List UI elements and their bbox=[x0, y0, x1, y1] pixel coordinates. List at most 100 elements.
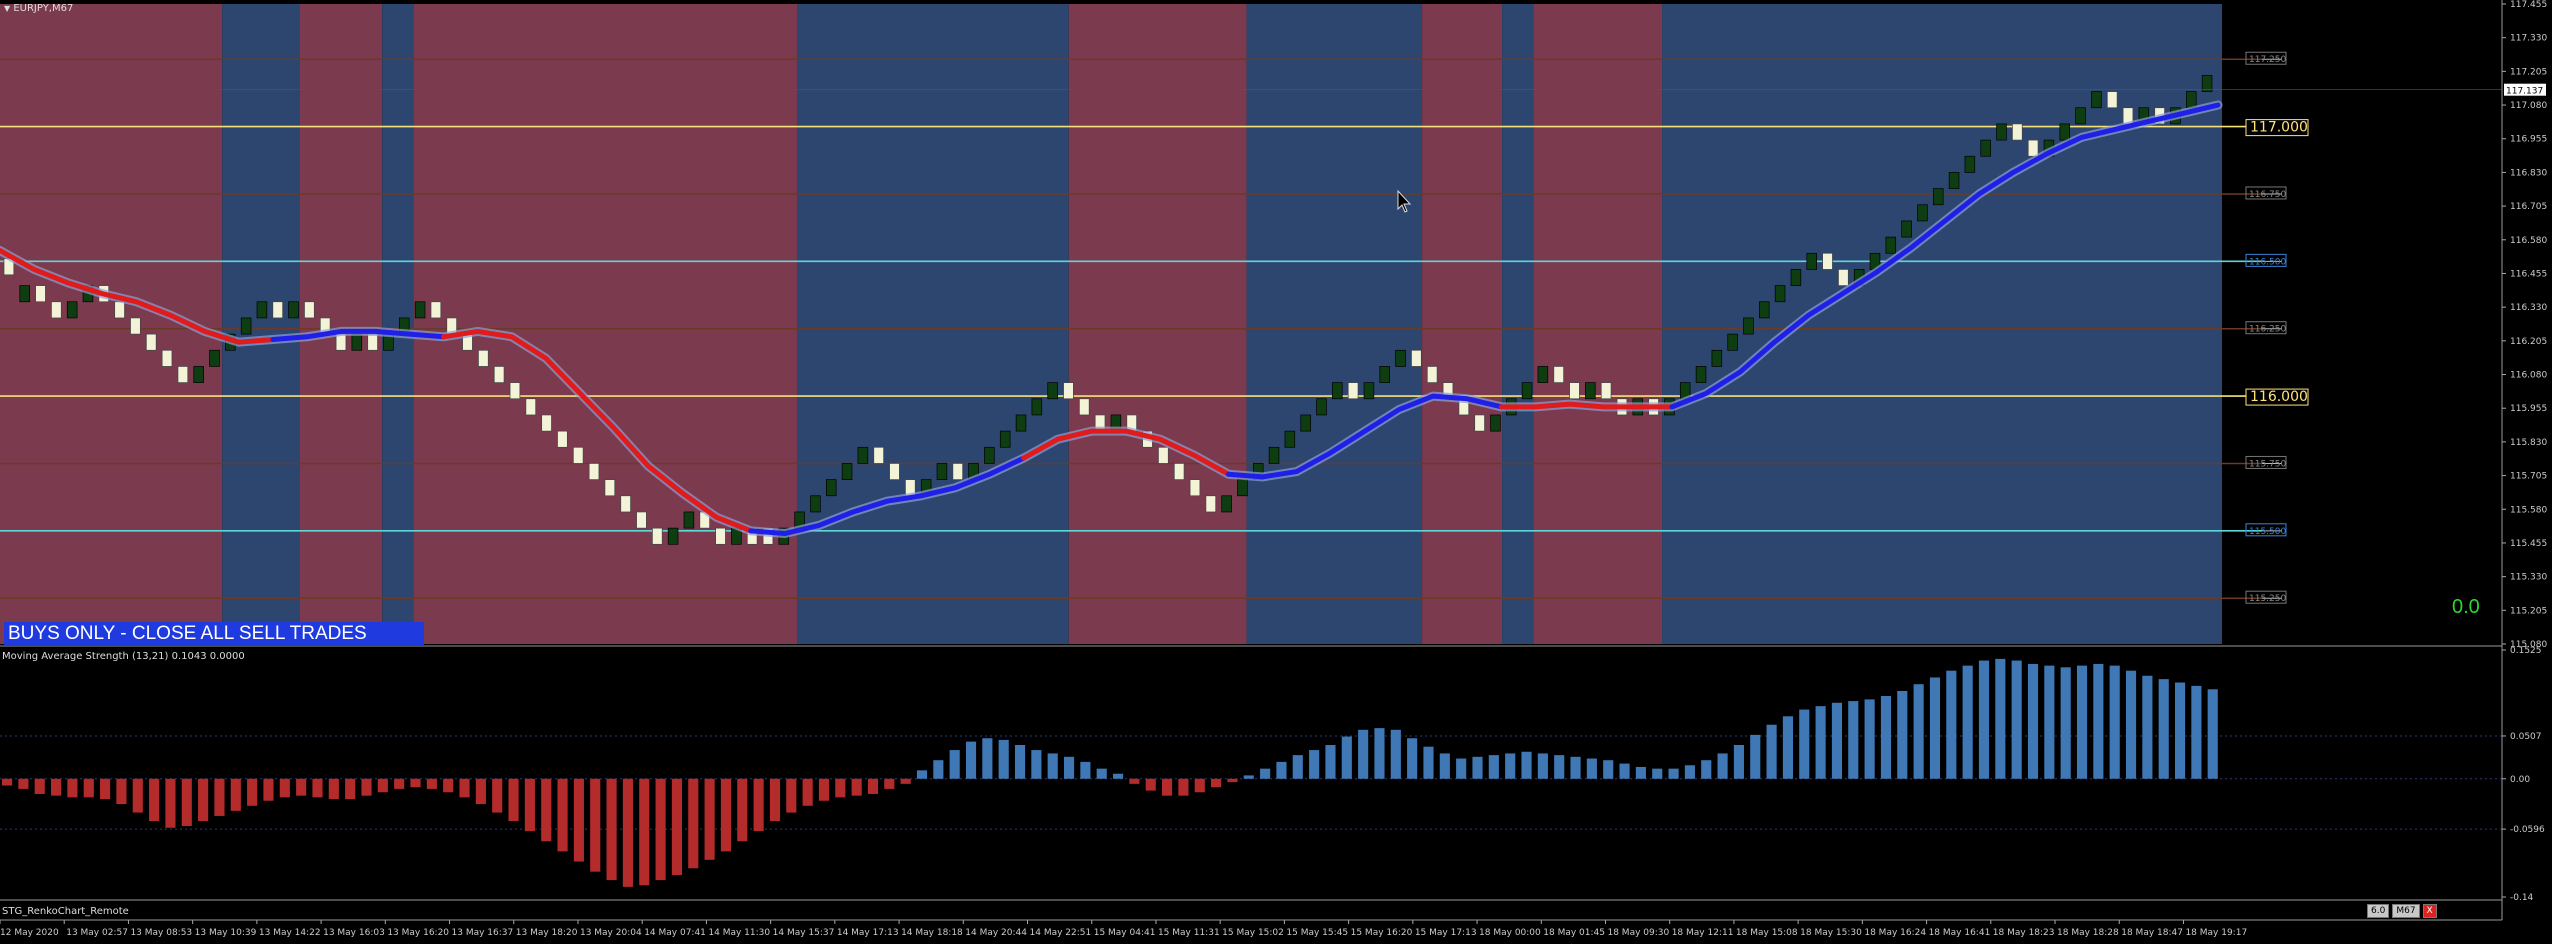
hist-bar-positive bbox=[1456, 758, 1467, 779]
level-label-117.250: 117.250 bbox=[2245, 51, 2287, 65]
bull-brick bbox=[1221, 495, 1232, 513]
hist-bar-positive bbox=[1619, 763, 1630, 779]
hist-bar-positive bbox=[1799, 709, 1810, 779]
bull-brick bbox=[683, 511, 695, 529]
x-tick-label: 13 May 16:37 bbox=[452, 928, 514, 938]
bear-brick bbox=[1838, 269, 1849, 286]
hist-bar-positive bbox=[949, 750, 960, 779]
hist-bar-negative bbox=[704, 778, 715, 860]
triangle-down-icon[interactable]: ▼ bbox=[4, 4, 10, 13]
hist-bar-negative bbox=[688, 778, 699, 869]
hist-bar-positive bbox=[1554, 755, 1565, 779]
hist-bar-positive bbox=[1113, 773, 1124, 779]
x-tick-label: 14 May 20:44 bbox=[965, 928, 1027, 938]
hist-bar-negative bbox=[900, 778, 911, 784]
close-button[interactable]: X bbox=[2422, 904, 2437, 918]
bear-brick bbox=[1079, 398, 1090, 416]
hist-bar-negative bbox=[573, 778, 584, 862]
x-tick-label: 18 May 09:30 bbox=[1607, 928, 1669, 938]
x-tick-label: 15 May 16:20 bbox=[1351, 928, 1413, 938]
bear-brick bbox=[1822, 252, 1833, 270]
hist-bar-positive bbox=[1439, 753, 1450, 779]
zone-10 bbox=[1533, 4, 1663, 644]
hist-bar-positive bbox=[1570, 756, 1581, 779]
hist-bar-positive bbox=[1913, 684, 1924, 779]
hist-bar-negative bbox=[132, 778, 143, 813]
hist-bar-positive bbox=[2027, 663, 2039, 779]
hist-bar-negative bbox=[83, 778, 94, 798]
hist-bar-positive bbox=[1635, 766, 1646, 779]
bear-brick bbox=[367, 333, 378, 351]
hist-bar-positive bbox=[2158, 679, 2169, 779]
x-tick-label: 13 May 14:22 bbox=[259, 928, 321, 938]
hist-bar-positive bbox=[916, 770, 928, 779]
hist-bar-negative bbox=[18, 778, 29, 789]
hist-bar-negative bbox=[835, 778, 846, 798]
hist-bar-negative bbox=[165, 778, 176, 828]
hist-bar-positive bbox=[1537, 753, 1548, 779]
x-tick-label: 18 May 18:23 bbox=[1993, 928, 2055, 938]
bull-brick bbox=[1901, 220, 1912, 238]
bull-brick bbox=[1885, 236, 1897, 254]
sub-y-tick-label: 0.1525 bbox=[2510, 646, 2542, 656]
y-tick-label: 117.205 bbox=[2510, 67, 2547, 77]
hist-bar-positive bbox=[2109, 665, 2120, 779]
x-tick-label: 12 May 2020 bbox=[0, 928, 59, 938]
price-chart[interactable]: 117.250 117.000 116.750 116.500 116.250 116.0… bbox=[0, 0, 2552, 944]
bear-brick bbox=[1426, 366, 1438, 383]
hist-bar-negative bbox=[802, 778, 813, 806]
hist-bar-negative bbox=[786, 778, 797, 813]
hist-bar-positive bbox=[1831, 702, 1843, 779]
hist-bar-positive bbox=[2093, 663, 2104, 779]
x-tick-label: 13 May 20:04 bbox=[580, 928, 642, 938]
hist-bar-negative bbox=[1145, 778, 1156, 791]
hist-bar-negative bbox=[214, 778, 225, 816]
hist-bar-negative bbox=[394, 778, 405, 789]
bull-brick bbox=[1980, 139, 1991, 157]
sub-y-tick-label: -0.14 bbox=[2510, 893, 2534, 903]
hist-bar-positive bbox=[2207, 689, 2218, 779]
bear-brick bbox=[572, 446, 584, 464]
hist-bar-positive bbox=[2076, 665, 2088, 779]
hist-bar-negative bbox=[639, 778, 650, 886]
level-label-text: 115.500 bbox=[2249, 527, 2286, 537]
timeframe-button[interactable]: M67 bbox=[2392, 904, 2420, 918]
y-tick-label: 115.580 bbox=[2510, 505, 2547, 515]
x-tick-label: 18 May 01:45 bbox=[1543, 928, 1605, 938]
hist-bar-negative bbox=[622, 778, 633, 887]
bear-brick bbox=[493, 366, 505, 383]
y-tick-label: 117.330 bbox=[2510, 34, 2547, 44]
y-tick-label: 117.455 bbox=[2510, 0, 2547, 10]
hist-bar-positive bbox=[1897, 690, 1908, 779]
bear-brick bbox=[604, 479, 616, 497]
hist-bar-negative bbox=[263, 778, 274, 801]
x-tick-label: 18 May 16:24 bbox=[1864, 928, 1926, 938]
bull-brick bbox=[288, 301, 299, 319]
bull-brick bbox=[999, 430, 1011, 448]
hist-bar-negative bbox=[279, 778, 290, 798]
hist-bar-positive bbox=[1603, 760, 1614, 779]
hist-bar-negative bbox=[410, 778, 421, 788]
bull-brick bbox=[841, 463, 853, 480]
x-tick-label: 15 May 17:13 bbox=[1415, 928, 1477, 938]
hist-bar-negative bbox=[1162, 778, 1173, 796]
level-label-text: 115.250 bbox=[2249, 594, 2286, 604]
hist-bar-negative bbox=[818, 778, 830, 801]
bear-brick bbox=[1189, 479, 1201, 497]
x-tick-label: 13 May 16:03 bbox=[323, 928, 385, 938]
hist-bar-negative bbox=[753, 778, 764, 832]
bull-brick bbox=[1316, 398, 1327, 416]
bull-brick bbox=[1237, 479, 1248, 497]
hist-bar-positive bbox=[1047, 753, 1058, 779]
value-input[interactable]: 6.0 bbox=[2367, 904, 2390, 918]
hist-bar-negative bbox=[2, 778, 13, 786]
y-tick-label: 116.080 bbox=[2510, 371, 2547, 381]
y-tick-label: 115.455 bbox=[2510, 539, 2547, 549]
bull-brick bbox=[1790, 269, 1802, 286]
bull-brick bbox=[2075, 107, 2086, 125]
bear-brick bbox=[1158, 446, 1169, 464]
bear-brick bbox=[1600, 382, 1612, 400]
x-tick-label: 18 May 19:17 bbox=[2185, 928, 2247, 938]
bear-brick bbox=[588, 463, 600, 480]
bull-brick bbox=[936, 463, 948, 480]
